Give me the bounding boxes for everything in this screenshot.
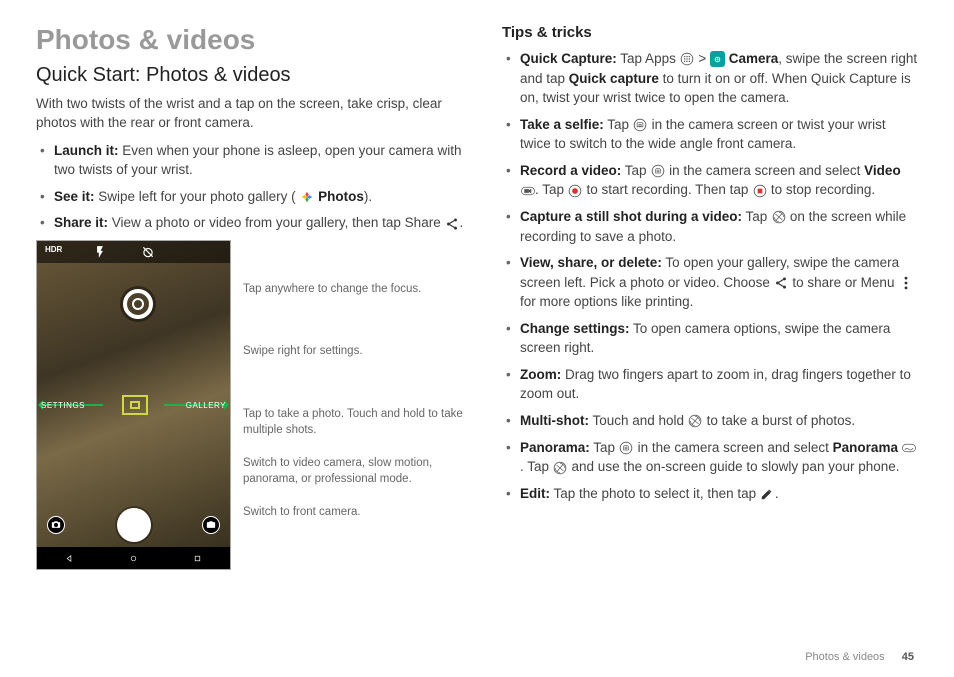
nav-recent-icon[interactable] [192,553,203,564]
share-icon [774,276,789,291]
apps-icon [680,52,695,67]
selfie-icon [633,118,648,133]
nav-home-icon[interactable] [128,553,139,564]
mode-switch-button[interactable] [202,516,220,534]
footer-label: Photos & videos [805,651,885,663]
android-navbar [37,547,230,569]
nav-back-icon[interactable] [64,553,75,564]
list-item: Edit: Tap the photo to select it, then t… [516,484,918,504]
shutter-icon [688,414,703,429]
menu-icon [898,276,913,291]
tips-title: Tips & tricks [502,24,918,41]
flash-icon[interactable] [93,245,107,259]
hdr-icon[interactable]: HDR [45,245,59,259]
shutter-icon [771,210,786,225]
photos-icon [299,190,314,205]
gallery-label[interactable]: GALLERY [186,401,226,410]
list-item: Change settings: To open camera options,… [516,319,918,358]
page-title: Photos & videos [36,24,466,56]
annotation-modes: Switch to video camera, slow motion, pan… [243,456,466,487]
list-item: Zoom: Drag two fingers apart to zoom in,… [516,365,918,404]
annotation-settings: Swipe right for settings. [243,344,466,360]
list-item: Multi-shot: Touch and hold to take a bur… [516,411,918,431]
list-item: Panorama: Tap in the camera screen and s… [516,438,918,477]
shutter-button[interactable] [117,508,151,542]
list-item: Capture a still shot during a video: Tap… [516,207,918,246]
timer-off-icon[interactable] [141,245,155,259]
page-number: 45 [902,651,914,663]
switch-camera-button[interactable] [47,516,65,534]
focus-ring[interactable] [123,289,153,319]
list-item: Launch it: Even when your phone is aslee… [50,141,466,180]
phone-screenshot: HDR SETTINGS GALLERY [36,240,231,570]
edit-icon [760,487,775,502]
list-item: Share it: View a photo or video from you… [50,213,466,233]
share-icon [444,216,459,231]
annotation-front-camera: Switch to front camera. [243,505,466,521]
list-item: View, share, or delete: To open your gal… [516,253,918,312]
camera-app-icon [710,52,725,67]
video-icon [520,183,535,198]
viewfinder-frame[interactable] [122,395,148,415]
shutter-icon [553,460,568,475]
mode-icon [619,441,634,456]
list-item: Take a selfie: Tap in the camera screen … [516,115,918,154]
settings-label[interactable]: SETTINGS [41,401,85,410]
camera-topbar: HDR [37,241,230,263]
panorama-icon [902,441,917,456]
tips-list: Quick Capture: Tap Apps > Camera, swipe … [502,49,918,503]
page-footer: Photos & videos 45 [805,651,914,663]
annotation-column: Tap anywhere to change the focus. Swipe … [243,240,466,570]
list-item: Quick Capture: Tap Apps > Camera, swipe … [516,49,918,108]
list-item: See it: Swipe left for your photo galler… [50,187,466,207]
record-icon [568,183,583,198]
intro-text: With two twists of the wrist and a tap o… [36,95,466,133]
annotation-shutter: Tap to take a photo. Touch and hold to t… [243,407,466,438]
annotation-focus: Tap anywhere to change the focus. [243,282,466,298]
stop-icon [752,183,767,198]
quickstart-list: Launch it: Even when your phone is aslee… [36,141,466,233]
list-item: Record a video: Tap in the camera screen… [516,161,918,200]
section-title: Quick Start: Photos & videos [36,64,466,87]
mode-icon [650,164,665,179]
